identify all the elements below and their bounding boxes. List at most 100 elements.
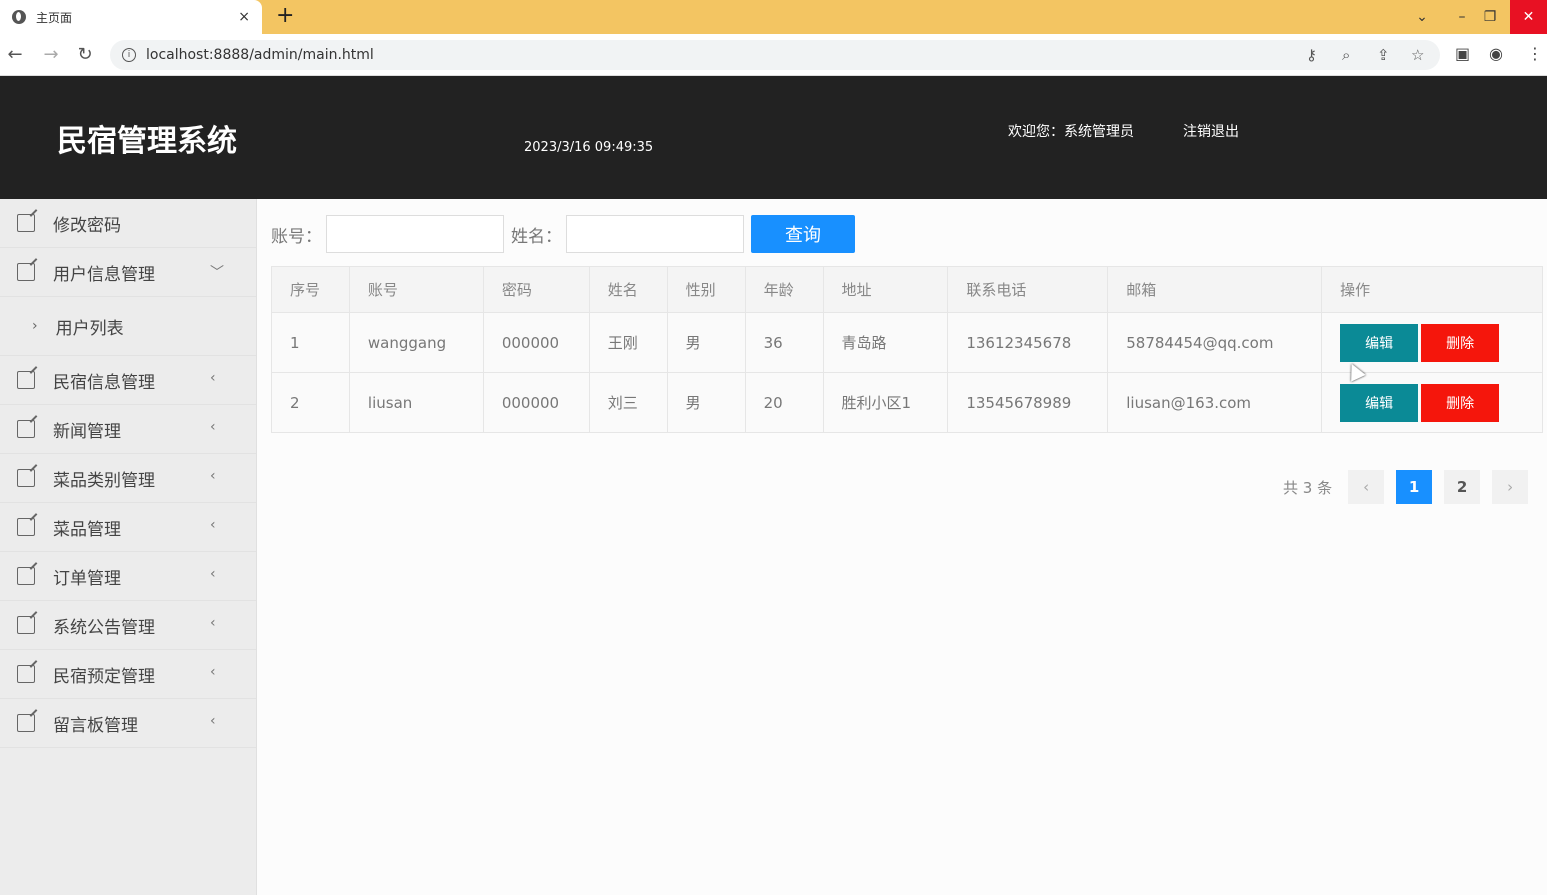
sidebar-item-label: 民宿预定管理 <box>53 666 155 687</box>
sidebar-subitem-user-list[interactable]: › 用户列表 <box>0 297 256 356</box>
zoom-icon[interactable]: ⌕ <box>1342 46 1350 64</box>
sidebar-item-label: 民宿信息管理 <box>53 372 155 393</box>
window-close-icon[interactable]: ✕ <box>1510 0 1547 34</box>
url-bar[interactable]: i localhost:8888/admin/main.html <box>110 40 1440 70</box>
reload-icon[interactable]: ↻ <box>74 44 96 65</box>
cell-address: 青岛路 <box>822 312 949 373</box>
forward-icon[interactable]: → <box>40 44 62 65</box>
cell-address: 胜利小区1 <box>822 372 949 433</box>
cell-age: 20 <box>744 372 824 433</box>
delete-button[interactable]: 删除 <box>1421 383 1500 422</box>
name-input[interactable] <box>566 215 744 253</box>
sidebar-item-user-management[interactable]: 用户信息管理 ﹀ <box>0 248 256 297</box>
column-header: 操作 <box>1321 266 1543 313</box>
sidebar-item-dish-management[interactable]: 菜品管理 ‹ <box>0 503 256 552</box>
column-header: 联系电话 <box>947 266 1109 313</box>
sidebar-item-label: 留言板管理 <box>53 715 138 736</box>
sidebar-item-homestay-management[interactable]: 民宿信息管理 ‹ <box>0 356 256 405</box>
sidebar-item-label: 菜品管理 <box>53 519 121 540</box>
sidebar-item-news-management[interactable]: 新闻管理 ‹ <box>0 405 256 454</box>
name-label: 姓名： <box>511 226 562 247</box>
sidebar-item-message-board-management[interactable]: 留言板管理 ‹ <box>0 699 256 748</box>
page-button-1[interactable]: 1 <box>1396 470 1433 504</box>
next-page-button[interactable]: › <box>1492 470 1529 504</box>
cell-password: 000000 <box>482 312 590 373</box>
edit-icon <box>17 567 35 585</box>
edit-icon <box>17 469 35 487</box>
chevron-right-icon: › <box>32 318 38 334</box>
cell-account: liusan <box>348 372 484 433</box>
globe-icon <box>12 10 26 24</box>
chevron-left-icon: ‹ <box>210 419 216 435</box>
tab-title: 主页面 <box>36 10 73 25</box>
sidebar-item-booking-management[interactable]: 民宿预定管理 ‹ <box>0 650 256 699</box>
sidebar-item-dish-category-management[interactable]: 菜品类别管理 ‹ <box>0 454 256 503</box>
edit-icon <box>17 371 35 389</box>
chevron-left-icon: ‹ <box>210 615 216 631</box>
share-icon[interactable]: ⇪ <box>1377 46 1390 64</box>
chevron-left-icon: ‹ <box>210 566 216 582</box>
cell-gender: 男 <box>666 312 746 373</box>
menu-kebab-icon[interactable]: ⋮ <box>1527 44 1543 63</box>
sidebar-item-label: 系统公告管理 <box>53 617 155 638</box>
new-tab-button[interactable]: + <box>276 4 294 28</box>
site-info-icon[interactable]: i <box>122 48 136 62</box>
profile-icon[interactable]: ◉ <box>1489 44 1503 63</box>
key-icon[interactable]: ⚷ <box>1306 46 1317 64</box>
address-toolbar: ← → ↻ i localhost:8888/admin/main.html ⚷… <box>0 34 1547 76</box>
bookmark-star-icon[interactable]: ☆ <box>1411 46 1424 64</box>
column-header: 年龄 <box>744 266 824 313</box>
cell-age: 36 <box>744 312 824 373</box>
column-header: 姓名 <box>588 266 668 313</box>
chevron-left-icon: ‹ <box>210 517 216 533</box>
delete-button[interactable]: 删除 <box>1421 323 1500 362</box>
logout-link[interactable]: 注销退出 <box>1183 121 1239 141</box>
account-label: 账号： <box>271 226 322 247</box>
account-input[interactable] <box>326 215 504 253</box>
sidebar: 修改密码 用户信息管理 ﹀ › 用户列表 民宿信息管理 ‹ 新闻管理 ‹ 菜品类… <box>0 199 257 895</box>
cell-account: wanggang <box>348 312 484 373</box>
column-header: 序号 <box>271 266 350 313</box>
edit-icon <box>17 420 35 438</box>
sidebar-item-announcement-management[interactable]: 系统公告管理 ‹ <box>0 601 256 650</box>
sidebar-item-label: 菜品类别管理 <box>53 470 155 491</box>
cell-password: 000000 <box>482 372 590 433</box>
tab-close-icon[interactable]: × <box>238 9 250 25</box>
prev-page-button[interactable]: ‹ <box>1348 470 1385 504</box>
search-form: 账号： 姓名： 查询 <box>271 215 855 253</box>
cell-name: 王刚 <box>588 312 668 373</box>
sidebar-item-label: 订单管理 <box>53 568 121 589</box>
sidebar-item-change-password[interactable]: 修改密码 <box>0 199 256 248</box>
chevron-down-icon: ﹀ <box>210 265 224 281</box>
chevron-left-icon: ‹ <box>210 370 216 386</box>
user-table: 序号 账号 密码 姓名 性别 年龄 地址 联系电话 邮箱 操作 1 wangga… <box>271 266 1543 433</box>
tab-search-icon[interactable]: ⌄ <box>1412 0 1432 34</box>
sidebar-item-label: 新闻管理 <box>53 421 121 442</box>
minimize-icon[interactable]: – <box>1452 0 1472 34</box>
cell-email: liusan@163.com <box>1107 372 1323 433</box>
datetime-display: 2023/3/16 09:49:35 <box>524 140 654 155</box>
maximize-icon[interactable]: ❐ <box>1480 0 1500 34</box>
edit-icon <box>17 665 35 683</box>
column-header: 性别 <box>666 266 746 313</box>
cell-actions: 编辑 删除 <box>1321 372 1543 433</box>
cell-email: 58784454@qq.com <box>1107 312 1323 373</box>
search-button[interactable]: 查询 <box>751 215 855 253</box>
cell-gender: 男 <box>666 372 746 433</box>
edit-button[interactable]: 编辑 <box>1340 383 1419 422</box>
chevron-left-icon: ‹ <box>210 664 216 680</box>
chevron-left-icon: ‹ <box>210 468 216 484</box>
back-icon[interactable]: ← <box>4 44 26 65</box>
column-header: 邮箱 <box>1107 266 1323 313</box>
edit-button[interactable]: 编辑 <box>1340 323 1419 362</box>
sidebar-item-label: 用户列表 <box>55 318 124 339</box>
browser-tab[interactable]: 主页面 × <box>0 0 262 34</box>
sidebar-item-label: 用户信息管理 <box>53 264 155 285</box>
table-header-row: 序号 账号 密码 姓名 性别 年龄 地址 联系电话 邮箱 操作 <box>271 266 1543 313</box>
document-icon <box>17 214 35 232</box>
side-panel-icon[interactable]: ▣ <box>1455 44 1470 63</box>
sidebar-item-label: 修改密码 <box>53 215 121 236</box>
url-text: localhost:8888/admin/main.html <box>146 47 374 63</box>
sidebar-item-order-management[interactable]: 订单管理 ‹ <box>0 552 256 601</box>
page-button-2[interactable]: 2 <box>1444 470 1481 504</box>
